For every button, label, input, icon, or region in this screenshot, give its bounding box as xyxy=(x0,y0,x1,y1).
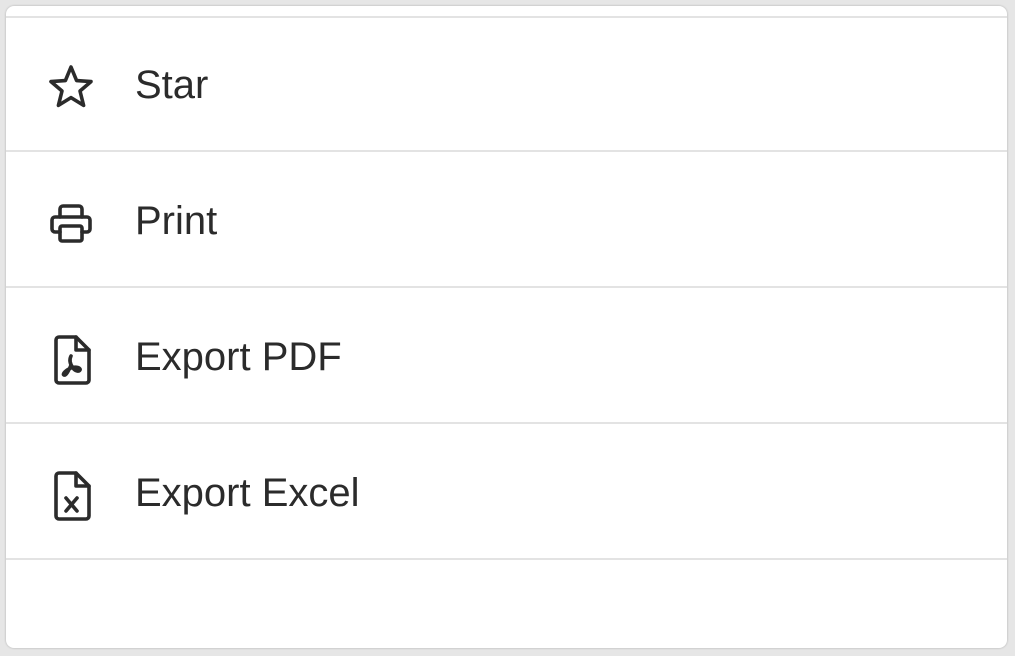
pdf-file-icon xyxy=(54,335,91,385)
menu-item-star[interactable]: Star xyxy=(6,18,1007,152)
menu-item-print[interactable]: Print xyxy=(6,154,1007,288)
context-menu: Star Print Export PDF Export Excel xyxy=(6,6,1007,648)
printer-icon xyxy=(50,204,92,243)
menu-item-label: Export Excel xyxy=(135,471,360,515)
star-icon xyxy=(49,65,93,108)
menu-item-export-excel[interactable]: Export Excel xyxy=(6,426,1007,560)
menu-item-export-pdf[interactable]: Export PDF xyxy=(6,290,1007,424)
menu-item-label: Export PDF xyxy=(135,335,342,379)
menu-item-label: Print xyxy=(135,199,218,243)
menu-item-label: Star xyxy=(135,63,209,107)
menu-empty-area xyxy=(6,562,1007,648)
excel-file-icon xyxy=(54,471,91,521)
